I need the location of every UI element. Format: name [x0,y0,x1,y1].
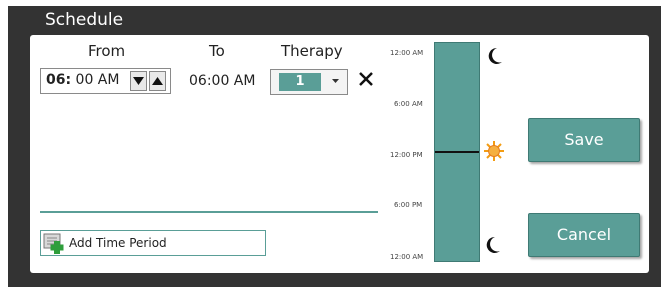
from-minutes-ampm[interactable]: 00 AM [71,72,120,88]
decrement-button[interactable] [130,71,147,91]
therapy-select[interactable]: 1 [270,69,348,95]
increment-button[interactable] [149,71,166,91]
day-timeline [434,42,480,262]
timeline-label: 12:00 AM [390,49,424,57]
column-header-to: To [209,42,225,60]
timeline-marker [435,151,479,153]
cancel-button[interactable]: Cancel [528,213,640,257]
add-time-period-label: Add Time Period [69,236,167,250]
sun-icon [484,141,504,161]
to-time-value: 06:00 AM [189,73,256,89]
chevron-down-icon [133,77,144,85]
from-hour[interactable]: 06 [46,72,65,88]
save-button[interactable]: Save [528,118,640,162]
add-time-period-button[interactable]: Add Time Period [40,230,266,256]
timeline-label: 6:00 PM [394,201,423,209]
timeline-label: 12:00 PM [390,151,423,159]
column-header-from: From [88,42,126,60]
from-time-spinner[interactable]: 06: 00 AM [40,68,171,94]
window-title: Schedule [45,10,124,30]
add-time-period-icon [43,233,64,254]
close-icon[interactable] [357,70,375,88]
timeline-label: 12:00 AM [390,253,424,261]
list-divider [40,211,378,213]
chevron-down-icon[interactable] [332,79,339,84]
chevron-up-icon [152,77,163,85]
moon-icon [488,47,502,64]
column-header-therapy: Therapy [281,42,343,60]
moon-icon [486,236,500,253]
therapy-selected-value[interactable]: 1 [279,73,321,91]
timeline-label: 6:00 AM [394,100,423,108]
from-time-value[interactable]: 06: 00 AM [46,72,119,88]
